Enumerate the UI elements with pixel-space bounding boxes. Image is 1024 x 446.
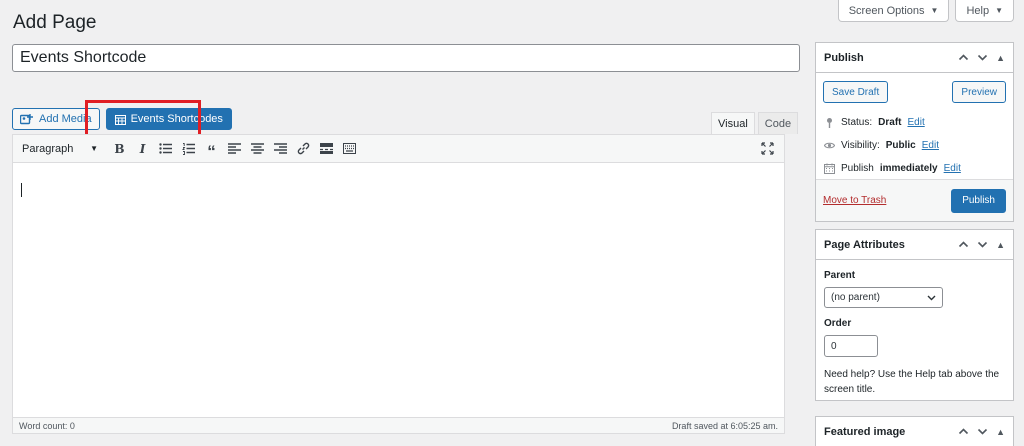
content-editor: Paragraph ▼ B I “ Word count: 0 Draft sa… bbox=[12, 134, 785, 434]
page-attributes-title: Page Attributes bbox=[824, 238, 905, 251]
order-input[interactable]: 0 bbox=[824, 335, 878, 357]
align-center-button[interactable] bbox=[247, 139, 268, 159]
caret-down-icon: ▼ bbox=[995, 6, 1003, 15]
chevron-down-icon[interactable] bbox=[977, 426, 988, 437]
read-more-icon bbox=[320, 143, 333, 154]
publish-box-header: Publish ▲ bbox=[816, 43, 1013, 73]
publish-button[interactable]: Publish bbox=[951, 188, 1006, 213]
calendar-icon bbox=[824, 163, 835, 174]
screen-meta-links: Screen Options ▼ Help ▼ bbox=[837, 0, 1014, 22]
blockquote-icon: “ bbox=[207, 142, 216, 161]
box-controls: ▲ bbox=[958, 426, 1005, 437]
fullscreen-icon bbox=[761, 142, 774, 155]
move-to-trash-link[interactable]: Move to Trash bbox=[823, 195, 886, 206]
chevron-up-icon[interactable] bbox=[958, 52, 969, 63]
toggle-panel-icon[interactable]: ▲ bbox=[996, 240, 1005, 250]
edit-visibility-link[interactable]: Edit bbox=[922, 140, 939, 151]
status-label: Status: bbox=[841, 117, 873, 128]
keyboard-icon bbox=[343, 143, 356, 154]
editor-tabs: Visual Code bbox=[711, 112, 799, 134]
screen-options-label: Screen Options bbox=[848, 4, 925, 17]
link-icon bbox=[297, 142, 310, 155]
toggle-panel-icon[interactable]: ▲ bbox=[996, 427, 1005, 437]
publish-box-title: Publish bbox=[824, 51, 864, 64]
screen-options-button[interactable]: Screen Options ▼ bbox=[837, 0, 950, 22]
status-row: Status: Draft Edit bbox=[816, 111, 1013, 134]
publish-top-buttons: Save Draft Preview bbox=[816, 73, 1013, 103]
parent-select[interactable]: (no parent) bbox=[824, 287, 943, 308]
attributes-help-text: Need help? Use the Help tab above the sc… bbox=[824, 369, 1000, 395]
chevron-down-icon[interactable] bbox=[977, 52, 988, 63]
eye-icon bbox=[824, 142, 835, 149]
status-value: Draft bbox=[878, 117, 902, 128]
publish-time-label: Publish bbox=[841, 163, 874, 174]
toolbar-toggle-button[interactable] bbox=[339, 139, 360, 159]
blockquote-button[interactable]: “ bbox=[201, 139, 222, 161]
italic-icon: I bbox=[139, 141, 146, 156]
editor-content-area[interactable] bbox=[13, 163, 784, 419]
fullscreen-button[interactable] bbox=[757, 139, 778, 159]
page-title: Add Page bbox=[13, 12, 97, 33]
featured-image-title: Featured image bbox=[824, 425, 906, 438]
order-value: 0 bbox=[831, 340, 837, 352]
align-left-icon bbox=[228, 143, 241, 154]
publish-time-value: immediately bbox=[879, 163, 938, 174]
editor-toolbar: Paragraph ▼ B I “ bbox=[13, 135, 784, 163]
align-center-icon bbox=[251, 143, 264, 154]
post-title-value: Events Shortcode bbox=[20, 49, 147, 66]
page-attributes-header: Page Attributes ▲ bbox=[816, 230, 1013, 260]
chevron-down-icon[interactable] bbox=[977, 239, 988, 250]
featured-image-header: Featured image ▲ bbox=[816, 417, 1013, 446]
add-media-label: Add Media bbox=[39, 113, 92, 125]
help-label: Help bbox=[966, 4, 990, 17]
bold-icon: B bbox=[114, 141, 125, 156]
text-cursor bbox=[21, 183, 22, 197]
tab-code[interactable]: Code bbox=[757, 112, 799, 134]
parent-select-value: (no parent) bbox=[831, 292, 880, 303]
caret-down-icon: ▼ bbox=[930, 6, 939, 15]
tab-visual[interactable]: Visual bbox=[711, 112, 755, 134]
edit-status-link[interactable]: Edit bbox=[907, 117, 924, 128]
format-select[interactable]: Paragraph ▼ bbox=[19, 140, 101, 158]
numbered-list-button[interactable] bbox=[178, 139, 199, 159]
edit-schedule-link[interactable]: Edit bbox=[944, 163, 961, 174]
draft-saved-status: Draft saved at 6:05:25 am. bbox=[671, 420, 778, 431]
toggle-panel-icon[interactable]: ▲ bbox=[996, 53, 1005, 63]
italic-button[interactable]: I bbox=[132, 139, 153, 159]
pin-icon bbox=[827, 118, 832, 128]
editor-statusbar: Word count: 0 Draft saved at 6:05:25 am. bbox=[13, 417, 784, 433]
post-title-input[interactable]: Events Shortcode bbox=[12, 44, 800, 72]
box-controls: ▲ bbox=[958, 52, 1005, 63]
align-right-button[interactable] bbox=[270, 139, 291, 159]
add-media-icon bbox=[20, 113, 33, 124]
help-button[interactable]: Help ▼ bbox=[955, 0, 1014, 22]
align-right-icon bbox=[274, 143, 287, 154]
bulleted-list-icon bbox=[159, 143, 172, 154]
page-attributes-box: Page Attributes ▲ Parent (no parent) Ord… bbox=[815, 229, 1014, 401]
word-count: Word count: 0 bbox=[19, 420, 75, 431]
visibility-value: Public bbox=[885, 140, 916, 151]
format-select-value: Paragraph bbox=[22, 142, 74, 155]
schedule-row: Publish immediately Edit bbox=[816, 157, 1013, 180]
visibility-label: Visibility: bbox=[841, 140, 880, 151]
parent-label: Parent bbox=[824, 270, 856, 281]
save-draft-button[interactable]: Save Draft bbox=[823, 81, 889, 103]
caret-down-icon: ▼ bbox=[90, 144, 98, 153]
bulleted-list-button[interactable] bbox=[155, 139, 176, 159]
numbered-list-icon bbox=[182, 143, 195, 155]
chevron-up-icon[interactable] bbox=[958, 426, 969, 437]
visibility-row: Visibility: Public Edit bbox=[816, 134, 1013, 157]
align-left-button[interactable] bbox=[224, 139, 245, 159]
insert-link-button[interactable] bbox=[293, 139, 314, 159]
chevron-up-icon[interactable] bbox=[958, 239, 969, 250]
box-controls: ▲ bbox=[958, 239, 1005, 250]
publish-actions: Move to Trash Publish bbox=[816, 179, 1013, 221]
featured-image-box: Featured image ▲ bbox=[815, 416, 1014, 446]
bold-button[interactable]: B bbox=[109, 139, 130, 159]
publish-box: Publish ▲ Save Draft Preview Status: Dra… bbox=[815, 42, 1014, 222]
preview-button[interactable]: Preview bbox=[952, 81, 1006, 103]
chevron-down-icon bbox=[927, 295, 936, 301]
order-label: Order bbox=[824, 318, 852, 329]
read-more-button[interactable] bbox=[316, 139, 337, 159]
